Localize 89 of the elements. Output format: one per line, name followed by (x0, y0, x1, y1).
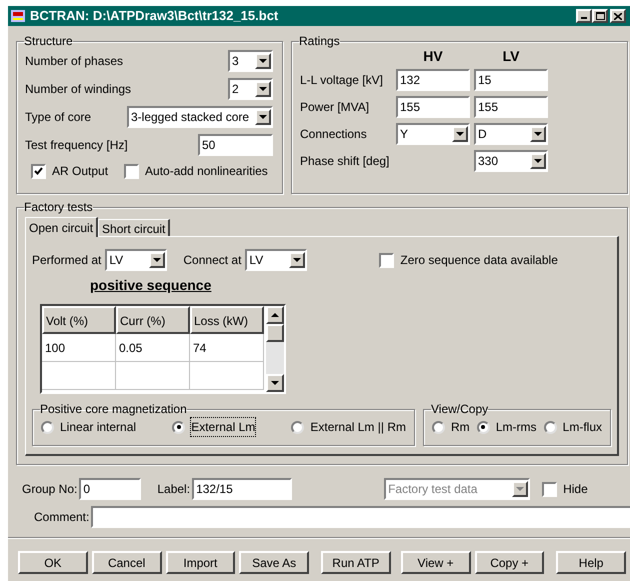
dialog-button[interactable]: Run ATP (321, 551, 391, 574)
group-title: Ratings (299, 34, 340, 48)
radio-button[interactable] (544, 420, 557, 434)
scroll-thumb[interactable] (266, 324, 284, 342)
radio-label: Lm-flux (562, 419, 602, 436)
dialog-button[interactable]: Help (556, 551, 626, 574)
tab[interactable]: Open circuit (25, 217, 98, 237)
input-field[interactable]: 132/15 (192, 478, 292, 500)
radio-button[interactable] (432, 420, 445, 434)
group-title: Positive core magnetization (40, 402, 187, 416)
radio-button[interactable] (291, 420, 304, 434)
column-heading: LV (502, 48, 520, 64)
checkbox[interactable] (31, 164, 46, 178)
window-title: BCTRAN: D:\ATPDraw3\Bct\tr132_15.bct (30, 7, 280, 26)
input-field[interactable]: 15 (474, 69, 548, 91)
input-field[interactable]: 50 (198, 134, 273, 156)
scrollbar[interactable] (266, 306, 284, 392)
field-label: Connect at (183, 252, 242, 269)
scroll-down-icon (271, 381, 280, 385)
field-label: Test frequency [Hz] (25, 137, 128, 154)
checkbox[interactable] (542, 482, 558, 496)
column-heading: HV (422, 48, 444, 64)
comment-field[interactable] (91, 506, 630, 528)
dialog-button[interactable]: Copy + (474, 551, 544, 574)
radio-button[interactable] (172, 420, 186, 434)
column-header: Loss (kW) (190, 306, 264, 334)
radio-button[interactable] (41, 420, 54, 434)
field-label: Label: (157, 481, 190, 498)
tab[interactable]: Short circuit (98, 219, 170, 236)
minimize-button[interactable] (576, 9, 592, 23)
group-title: Structure (24, 34, 73, 48)
dialog-button[interactable]: OK (18, 551, 88, 574)
table-cell[interactable]: 100 (42, 334, 116, 362)
dropdown[interactable]: LV (105, 249, 168, 271)
field-label: Performed at (32, 252, 102, 269)
dropdown[interactable]: LV (245, 249, 308, 271)
column-header: Volt (%) (42, 306, 116, 334)
field-label: Number of phases (25, 53, 124, 70)
radio-label: External Lm || Rm (310, 419, 406, 436)
close-icon (614, 12, 622, 20)
group-title: Factory tests (24, 200, 93, 214)
field-label: Group No: (22, 481, 78, 498)
checkbox-label: AR Output (52, 163, 108, 180)
radio-label: Rm (451, 419, 470, 436)
input-field[interactable]: 0 (79, 478, 142, 500)
table-cell[interactable]: 0.05 (116, 334, 190, 362)
input-field[interactable]: 132 (396, 69, 470, 91)
scroll-up-icon (271, 313, 280, 317)
checkbox[interactable] (124, 164, 140, 178)
minimize-icon (581, 17, 587, 19)
maximize-icon (596, 12, 604, 20)
field-label: Phase shift [deg] (300, 153, 390, 170)
checkbox-label: Zero sequence data available (400, 252, 558, 269)
radio-label: Lm-rms (496, 419, 536, 436)
table-cell[interactable] (42, 362, 116, 390)
checkbox-label: Hide (563, 481, 588, 498)
field-label: Comment: (34, 509, 90, 526)
app-icon (10, 8, 26, 24)
dropdown[interactable]: Y (396, 123, 470, 145)
dropdown[interactable]: 2 (228, 78, 273, 100)
dropdown[interactable]: 330 (474, 150, 548, 172)
table-cell[interactable] (116, 362, 190, 390)
table-cell[interactable]: 74 (190, 334, 264, 362)
input-field[interactable]: 155 (396, 96, 470, 118)
section-heading: positive sequence (90, 277, 212, 293)
dropdown[interactable]: 3-legged stacked core (127, 106, 273, 128)
check-icon (34, 167, 43, 175)
group-title: View/Copy (431, 402, 488, 416)
field-label: L-L voltage [kV] (300, 72, 384, 89)
field-label: Number of windings (25, 81, 132, 98)
dialog-button[interactable]: Cancel (92, 551, 162, 574)
radio-label: Linear internal (60, 419, 136, 436)
field-label: Power [MVA] (300, 99, 370, 116)
dialog-button[interactable]: View + (400, 551, 470, 574)
radio-label: External Lm (191, 418, 256, 436)
radio-button[interactable] (476, 420, 490, 434)
field-label: Type of core (25, 109, 92, 126)
dropdown[interactable]: D (474, 123, 548, 145)
close-button[interactable] (610, 9, 626, 23)
maximize-button[interactable] (592, 9, 608, 23)
column-header: Curr (%) (116, 306, 190, 334)
dropdown[interactable]: 3 (228, 50, 273, 72)
checkbox[interactable] (379, 252, 394, 268)
checkbox-label: Auto-add nonlinearities (145, 163, 268, 180)
table-cell[interactable] (190, 362, 264, 390)
field-label: Connections (300, 126, 368, 143)
dialog-button[interactable]: Save As (239, 551, 309, 574)
input-field[interactable]: 155 (474, 96, 548, 118)
dialog-button[interactable]: Import (166, 551, 236, 574)
